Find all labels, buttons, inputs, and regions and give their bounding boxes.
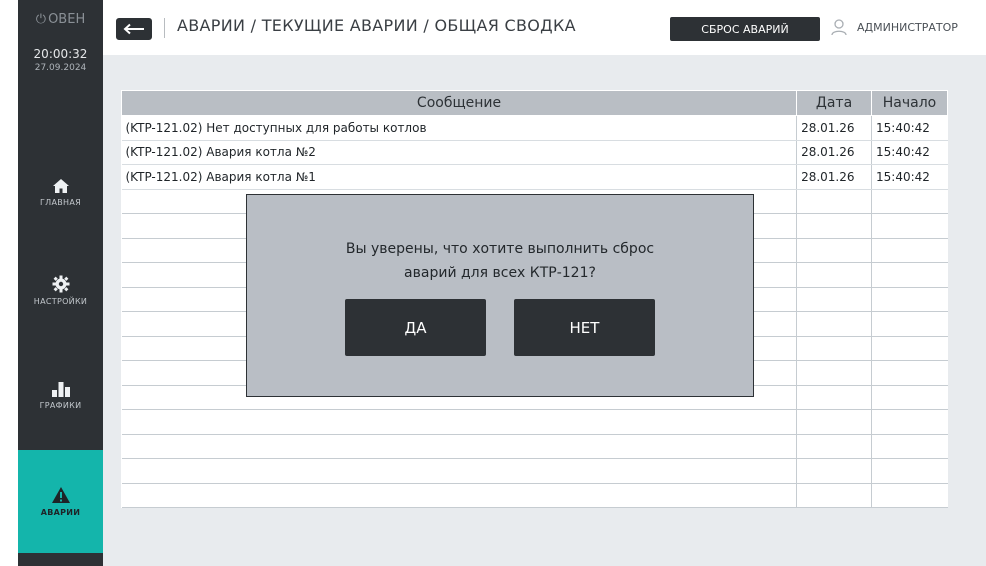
user-icon[interactable] (830, 18, 848, 36)
cell-message: (KTP-121.02) Нет доступных для работы ко… (121, 115, 798, 141)
gear-icon (52, 275, 69, 292)
table-row[interactable]: (KTP-121.02) Нет доступных для работы ко… (121, 115, 948, 141)
cell-date: 28.01.26 (796, 115, 873, 141)
confirm-dialog: Вы уверены, что хотите выполнить сброс а… (246, 194, 754, 397)
brand-logo: ⏻ ОВЕН (18, 12, 103, 27)
sidebar-item-alarms[interactable]: АВАРИИ (18, 450, 103, 553)
arrow-left-icon (123, 23, 144, 35)
cell-message: (KTP-121.02) Авария котла №1 (121, 164, 798, 190)
cell-start: 15:40:42 (871, 140, 948, 165)
sidebar-item-settings[interactable]: НАСТРОЙКИ (18, 240, 103, 340)
table-row[interactable]: (KTP-121.02) Авария котла №1 28.01.26 15… (121, 164, 948, 190)
user-name: АДМИНИСТРАТОР (857, 21, 958, 34)
dialog-message-line: аварий для всех КТР-121? (404, 265, 596, 281)
cell-start: 15:40:42 (871, 164, 948, 190)
table-row-empty (121, 434, 948, 459)
header: АВАРИИ / ТЕКУЩИЕ АВАРИИ / ОБЩАЯ СВОДКА С… (103, 0, 986, 55)
home-icon (52, 178, 69, 193)
header-divider (164, 18, 165, 38)
sidebar-item-charts[interactable]: ГРАФИКИ (18, 345, 103, 445)
sidebar-item-home[interactable]: ГЛАВНАЯ (18, 142, 103, 242)
power-icon: ⏻ (35, 12, 47, 27)
clock-date: 27.09.2024 (34, 63, 87, 73)
dialog-message: Вы уверены, что хотите выполнить сброс а… (247, 237, 753, 285)
bar-chart-icon (51, 381, 70, 397)
warning-icon (51, 487, 70, 503)
confirm-yes-button[interactable]: ДА (345, 299, 486, 356)
cell-date: 28.01.26 (796, 140, 873, 165)
confirm-no-button[interactable]: НЕТ (514, 299, 655, 356)
sidebar-item-label: ГРАФИКИ (39, 400, 82, 410)
dialog-message-line: Вы уверены, что хотите выполнить сброс (345, 241, 655, 257)
clock-time: 20:00:32 (33, 47, 88, 61)
back-button[interactable] (116, 18, 152, 40)
cell-message: (KTP-121.02) Авария котла №2 (121, 140, 798, 165)
table-header-row: Сообщение Дата Начало (120, 90, 948, 116)
sidebar: ⏻ ОВЕН 20:00:32 27.09.2024 ГЛАВНАЯ НАСТР… (18, 0, 103, 566)
sidebar-item-label: ГЛАВНАЯ (39, 197, 81, 207)
column-header-start[interactable]: Начало (871, 90, 948, 116)
breadcrumb: АВАРИИ / ТЕКУЩИЕ АВАРИИ / ОБЩАЯ СВОДКА (177, 16, 576, 35)
table-row-empty (121, 409, 948, 435)
column-header-message[interactable]: Сообщение (120, 90, 798, 116)
table-row-empty (121, 458, 948, 484)
cell-start: 15:40:42 (871, 115, 948, 141)
sidebar-item-label: АВАРИИ (40, 508, 81, 517)
column-header-date[interactable]: Дата (796, 90, 873, 116)
brand-name: ОВЕН (48, 12, 86, 27)
cell-date: 28.01.26 (796, 164, 873, 190)
table-row[interactable]: (KTP-121.02) Авария котла №2 28.01.26 15… (121, 140, 948, 165)
sidebar-item-label: НАСТРОЙКИ (33, 296, 88, 306)
table-row-empty (121, 483, 948, 508)
app-window: ⏻ ОВЕН 20:00:32 27.09.2024 ГЛАВНАЯ НАСТР… (18, 0, 986, 566)
reset-alarms-button[interactable]: СБРОС АВАРИЙ (670, 17, 820, 41)
